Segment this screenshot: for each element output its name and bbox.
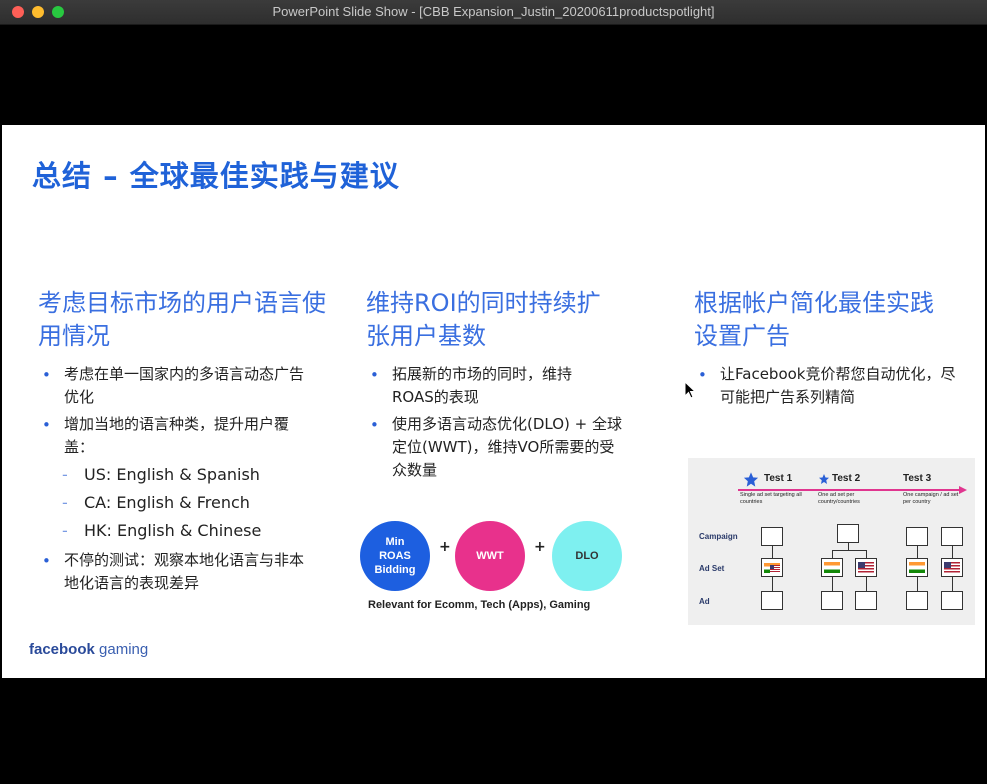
min-roas-bidding-circle: Min ROAS Bidding [360,521,430,591]
india-flag-icon [909,562,925,573]
campaign-box [837,524,859,543]
connector-line [848,543,849,550]
plus-sign: + [439,539,451,555]
ad-box [761,591,783,610]
us-flag-box [941,558,963,577]
ad-box [821,591,843,610]
column-heading: 维持ROI的同时持续扩张用户基数 [366,289,601,350]
campaign-box [906,527,928,546]
connector-line [866,577,867,591]
bullet-item: • 拓展新的市场的同时，维持ROAS的表现 [366,363,656,409]
campaign-box [941,527,963,546]
bullet-dot: • [42,552,51,570]
bullet-list: • 考虑在单一国家内的多语言动态广告优化 • 增加当地的语言种类，提升用户覆盖： -… [38,363,338,595]
test-title: Test 3 [903,473,932,484]
sub-item: - CA: English & French [62,493,250,512]
star-icon [743,472,759,487]
connector-line [917,577,918,591]
bullet-text: 不停的测试：观察本地化语言与非本地化语言的表现差异 [64,551,305,592]
connector-line [832,550,833,558]
bullet-item: • 增加当地的语言种类，提升用户覆盖： - US: English & Spanis… [38,413,338,545]
timeline-arrow [738,489,962,491]
bullet-list: • 让Facebook竞价帮您自动优化，尽可能把广告系列精简 [694,363,984,409]
sub-item-text: HK: English & Chinese [84,521,262,540]
logo-brand: facebook [29,641,95,658]
circle-label: WWT [476,550,504,562]
column-language: 考虑目标市场的用户语言使用情况 • 考虑在单一国家内的多语言动态广告优化 • 增加当… [38,287,338,599]
test-description: One campaign / ad set per country [903,492,959,505]
bullet-item: • 考虑在单一国家内的多语言动态广告优化 [38,363,338,409]
column-account: 根据帐户简化最佳实践设置广告 • 让Facebook竞价帮您自动优化，尽可能把广告… [694,287,984,413]
test-description: One ad set per country/countries [818,492,860,505]
relevant-caption: Relevant for Ecomm, Tech (Apps), Gaming [368,599,591,611]
bullet-item: • 不停的测试：观察本地化语言与非本地化语言的表现差异 [38,549,338,595]
sub-item-text: CA: English & French [84,493,250,512]
connector-line [772,577,773,591]
bullet-dot: • [370,366,379,384]
bullet-item: • 使用多语言动态优化(DLO) + 全球定位(WWT)，维持VO所需要的受众数量 [366,413,656,482]
row-label-ad-set: Ad Set [699,564,725,573]
slide-title: 总结 – 全球最佳实践与建议 [32,159,400,193]
column-roi: 维持ROI的同时持续扩张用户基数 • 拓展新的市场的同时，维持ROAS的表现 • 使… [366,287,656,486]
multi-flag-icon [764,562,780,573]
test-title: Test 1 [764,473,793,484]
bullet-dot: • [42,366,51,384]
dlo-circle: DLO [552,521,622,591]
india-flag-box [906,558,928,577]
test-description: Single ad set targeting all countries [740,492,802,505]
test-structure-diagram: Test 1 Single ad set targeting all count… [688,458,975,625]
facebook-gaming-logo: facebook gaming [29,641,148,658]
ad-box [941,591,963,610]
ad-box [906,591,928,610]
connector-line [832,550,867,551]
connector-line [917,546,918,558]
column-heading: 考虑目标市场的用户语言使用情况 [38,289,326,350]
slide[interactable]: 总结 – 全球最佳实践与建议 考虑目标市场的用户语言使用情况 • 考虑在单一国家内… [2,125,985,678]
bullet-text: 使用多语言动态优化(DLO) + 全球定位(WWT)，维持VO所需要的受众数量 [392,415,622,479]
sub-list: - US: English & Spanish - CA: English & Fr… [38,461,338,545]
circle-label: DLO [575,550,599,562]
multi-flag-box [761,558,783,577]
bullet-dot: • [42,416,51,434]
wwt-circle: WWT [455,521,525,591]
connector-line [832,577,833,591]
us-flag-icon [944,562,960,573]
sub-item-text: US: English & Spanish [84,465,260,484]
star-icon [819,474,829,484]
window-titlebar: PowerPoint Slide Show - [CBB Expansion_J… [0,0,987,25]
india-flag-box [821,558,843,577]
test-title: Test 2 [832,473,861,484]
campaign-box [761,527,783,546]
ad-box [855,591,877,610]
plus-sign: + [534,539,546,555]
sub-item: - HK: English & Chinese [62,521,262,540]
connector-line [952,546,953,558]
bullet-text: 拓展新的市场的同时，维持ROAS的表现 [392,365,573,406]
connector-line [866,550,867,558]
india-flag-icon [824,562,840,573]
circle-label: Min ROAS Bidding [374,536,416,576]
bullet-text: 增加当地的语言种类，提升用户覆盖： [64,415,290,456]
bullet-item: • 让Facebook竞价帮您自动优化，尽可能把广告系列精简 [694,363,984,409]
bullet-text: 考虑在单一国家内的多语言动态广告优化 [64,365,305,406]
bullet-dot: • [698,366,707,384]
connector-line [952,577,953,591]
arrow-head-icon [959,486,967,494]
connector-line [772,546,773,558]
us-flag-icon [858,562,874,573]
row-label-campaign: Campaign [699,532,738,541]
mouse-cursor-icon [684,381,696,399]
sub-item: - US: English & Spanish [62,465,260,484]
logo-suffix: gaming [99,641,149,658]
window-title: PowerPoint Slide Show - [CBB Expansion_J… [272,4,715,19]
us-flag-box [855,558,877,577]
bullet-dot: • [370,416,379,434]
column-heading: 根据帐户简化最佳实践设置广告 [694,289,934,350]
bullet-text: 让Facebook竞价帮您自动优化，尽可能把广告系列精简 [720,365,956,406]
row-label-ad: Ad [699,597,710,606]
bullet-list: • 拓展新的市场的同时，维持ROAS的表现 • 使用多语言动态优化(DLO) + 全… [366,363,656,482]
